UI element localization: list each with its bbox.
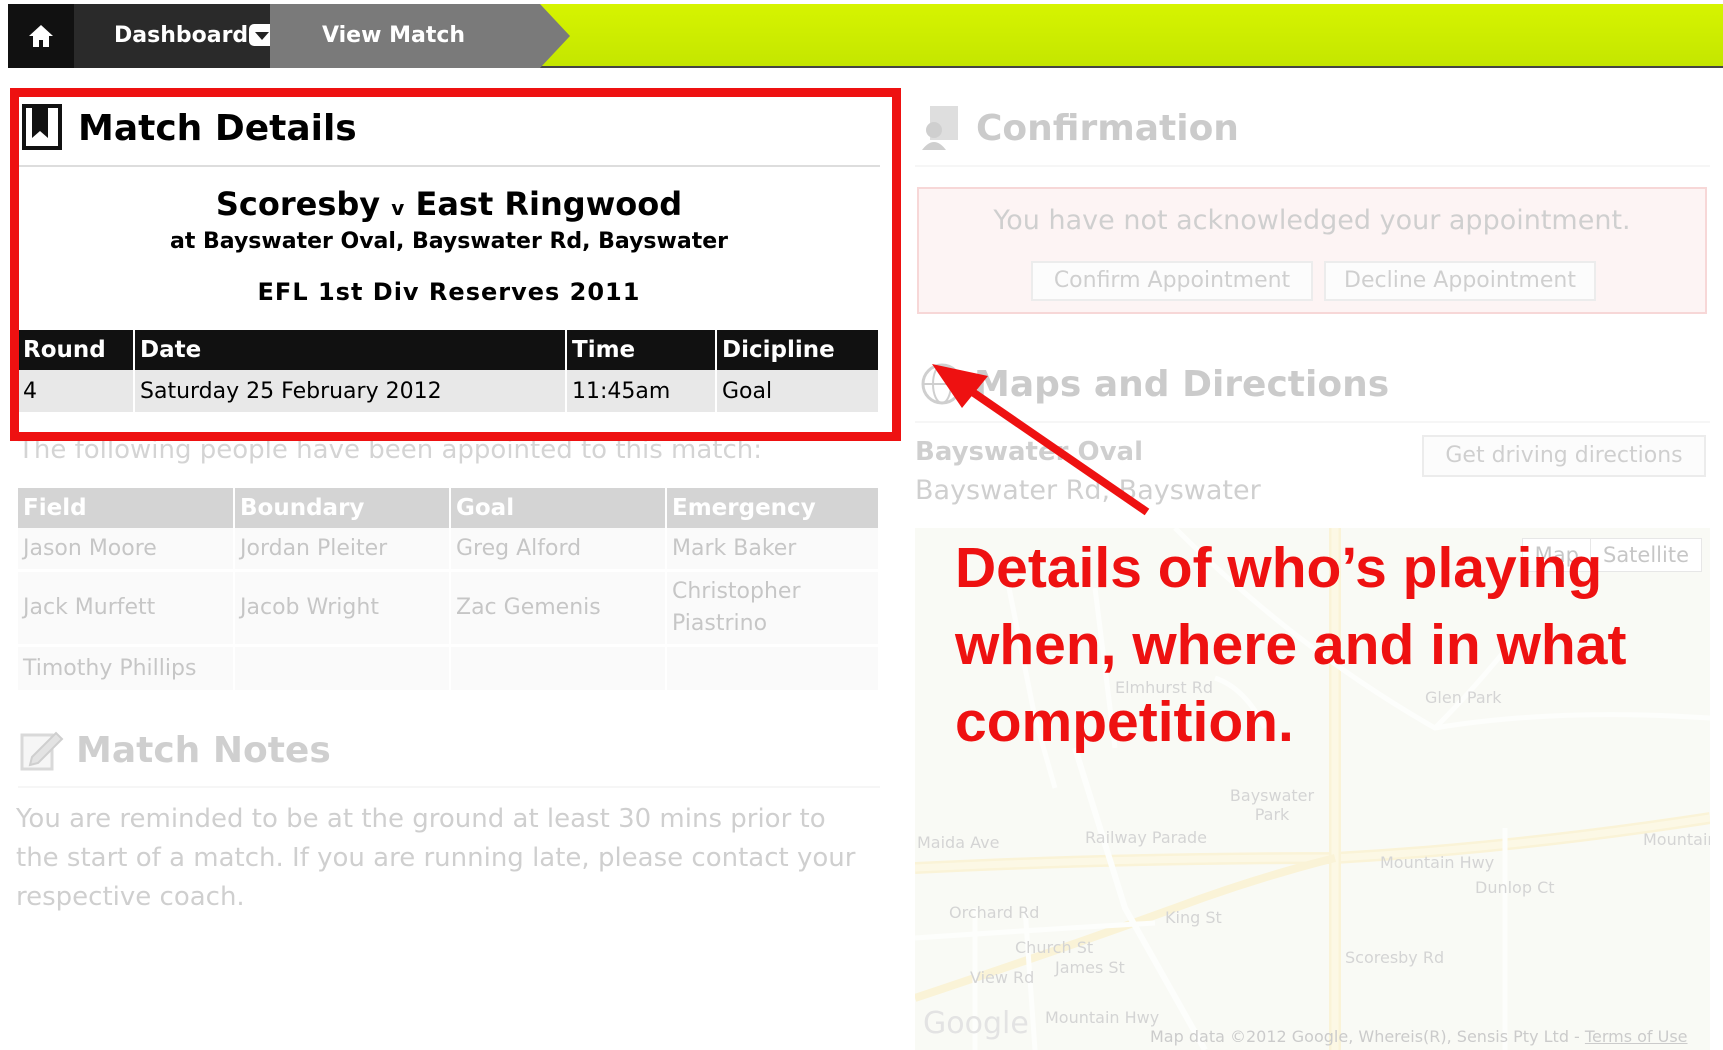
breadcrumb-dashboard[interactable]: Dashboard [74,4,319,68]
home-icon [29,25,53,47]
map-data-credit: Map data ©2012 Google, Whereis(R), Sensi… [1150,1027,1585,1046]
table-cell [450,645,667,693]
table-row: Timothy Phillips [18,645,880,693]
confirmation-message: You have not acknowledged your appointme… [993,205,1631,236]
maps-title: Maps and Directions [974,363,1390,405]
person-badge-icon [922,106,958,150]
table-row: Jack Murfett Jacob Wright Zac Gemenis Ch… [18,570,880,647]
match-notes-header: Match Notes [18,727,331,773]
breadcrumb-dashboard-label: Dashboard [114,23,249,48]
map-label: Orchard Rd [949,903,1040,922]
match-notes-text: You are reminded to be at the ground at … [16,804,856,912]
decline-appointment-button[interactable]: Decline Appointment [1324,261,1596,301]
column-header: Goal [450,488,667,528]
column-header: Boundary [234,488,451,528]
get-directions-button[interactable]: Get driving directions [1422,435,1706,477]
match-notes-title: Match Notes [76,729,331,771]
map-label: Mountain [1643,830,1710,849]
breadcrumb-current: View Match Details [270,4,570,112]
column-header: Field [18,488,235,528]
map-label: Mountain Hwy [1045,1008,1160,1027]
table-cell: Zac Gemenis [450,570,667,647]
table-cell [234,645,451,693]
globe-icon [921,363,963,405]
map-label: Railway Parade [1085,828,1208,847]
table-cell: Christopher Piastrino [666,570,880,647]
notes-icon [20,731,64,771]
table-cell: Greg Alford [450,528,667,572]
table-row: Jason Moore Jordan Pleiter Greg Alford M… [18,528,880,572]
oval-address: Bayswater Rd, Bayswater [915,475,1261,506]
table-cell: Jacob Wright [234,570,451,647]
google-logo: Google [923,1006,1029,1041]
map-label: King St [1165,908,1222,927]
map-label: Maida Ave [917,833,1000,852]
map-label: View Rd [970,968,1035,987]
confirmation-alert: You have not acknowledged your appointme… [917,187,1707,314]
oval-name: Bayswater Oval [915,437,1143,467]
table-cell: Jason Moore [18,528,235,572]
annotation-callout: Details of who’s playing when, where and… [955,536,1627,754]
confirmation-header: Confirmation [920,104,1239,152]
maps-header: Maps and Directions [920,362,1389,406]
table-cell: Mark Baker [666,528,880,572]
map-attribution: Map data ©2012 Google, Whereis(R), Sensi… [1150,1027,1688,1046]
table-header-row: Field Boundary Goal Emergency [18,488,880,528]
confirm-appointment-button[interactable]: Confirm Appointment [1031,261,1313,301]
home-button[interactable] [8,4,74,68]
map-label: Dunlop Ct [1475,878,1555,897]
map-label: Bayswater Park [1229,786,1315,824]
table-cell: Jack Murfett [18,570,235,647]
table-cell [666,645,880,693]
map-label: Scoresby Rd [1345,948,1445,967]
confirmation-title: Confirmation [976,107,1239,149]
annotation-highlight-box [10,88,901,441]
divider [915,421,1710,423]
table-cell: Timothy Phillips [18,645,235,693]
map-label: Church St [1015,938,1094,957]
terms-of-use-link[interactable]: Terms of Use [1585,1027,1688,1046]
breadcrumb: Dashboard View Match Details [8,4,1723,112]
map-label: James St [1055,958,1125,977]
column-header: Emergency [666,488,880,528]
divider [915,165,1710,167]
divider [18,786,880,788]
appointments-table: Field Boundary Goal Emergency Jason Moor… [18,488,880,693]
map-label: Mountain Hwy [1380,853,1495,872]
table-cell: Jordan Pleiter [234,528,451,572]
